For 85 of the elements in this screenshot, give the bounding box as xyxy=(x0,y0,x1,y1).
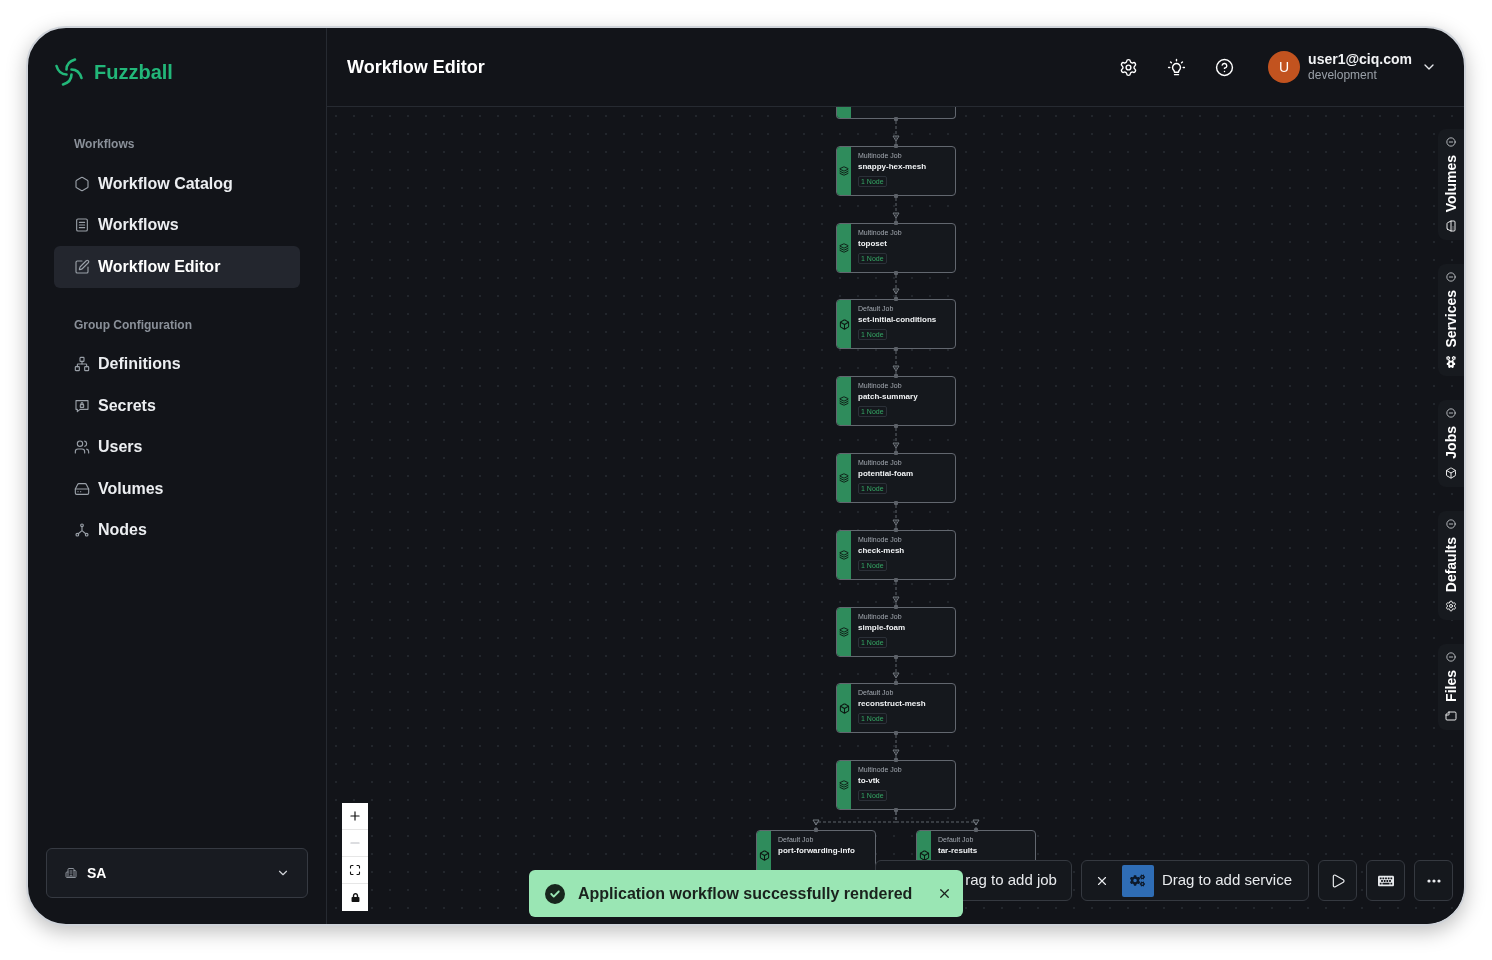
lock-icon xyxy=(350,893,360,902)
layers-icon xyxy=(839,627,849,637)
layers-icon xyxy=(839,550,849,560)
file-icon xyxy=(1445,709,1457,722)
sidebar-item[interactable]: Nodes xyxy=(54,509,300,551)
node-title: reconstruct-mesh xyxy=(858,699,926,709)
sidebar-item[interactable]: Workflow Catalog xyxy=(54,163,300,205)
node-title: check-mesh xyxy=(858,546,905,556)
more-button[interactable] xyxy=(1414,860,1453,901)
gear-icon xyxy=(1445,599,1457,612)
lightbulb-icon xyxy=(1166,57,1186,77)
side-panel-tab[interactable]: Volumes xyxy=(1438,129,1464,241)
sidebar-item[interactable]: Workflow Editor xyxy=(54,246,300,288)
sidebar-item[interactable]: Volumes xyxy=(54,468,300,510)
job-node[interactable] xyxy=(836,107,956,119)
side-panel-tab[interactable]: Jobs xyxy=(1438,399,1464,487)
side-panel-tab[interactable]: Services xyxy=(1438,264,1464,376)
plus-icon xyxy=(348,809,362,823)
node-title: simple-foam xyxy=(858,623,906,633)
minus-circle-icon xyxy=(1446,518,1456,529)
list-icon xyxy=(74,217,90,234)
fullscreen-icon xyxy=(349,864,361,876)
layers-icon xyxy=(839,166,849,176)
node-title: to-vtk xyxy=(858,776,880,786)
layers-icon xyxy=(839,396,849,406)
node-title: toposet xyxy=(858,239,887,249)
pencil-square-icon xyxy=(74,258,90,275)
swirl-logo-icon xyxy=(54,57,84,87)
cube-icon xyxy=(838,318,850,330)
user-environment: development xyxy=(1308,68,1378,83)
connector-arrow xyxy=(892,581,900,606)
connector-arrow xyxy=(892,734,900,759)
connector-arrow xyxy=(892,274,900,298)
sidebar-item[interactable]: Users xyxy=(54,426,300,468)
help-icon xyxy=(1214,57,1234,77)
network-nodes-icon xyxy=(74,522,90,539)
section-heading: Group Configuration xyxy=(73,316,193,333)
user-avatar: U xyxy=(1268,51,1301,83)
node-title: port-forwarding-info xyxy=(778,846,855,856)
sidebar-item[interactable]: Definitions xyxy=(54,343,300,385)
cube-icon xyxy=(758,849,770,861)
gears-icon xyxy=(1445,355,1457,368)
more-icon xyxy=(1426,878,1441,883)
play-button[interactable] xyxy=(1318,860,1357,901)
layers-icon xyxy=(839,473,849,483)
connector-arrow xyxy=(892,658,900,682)
sidebar-item[interactable]: Workflows xyxy=(54,204,300,246)
account-selector[interactable]: SA xyxy=(46,848,308,898)
minus-circle-icon xyxy=(1446,407,1456,418)
user-email: user1@ciq.com xyxy=(1308,51,1412,68)
node-title: snappy-hex-mesh xyxy=(858,162,927,172)
minus-circle-icon xyxy=(1446,272,1456,283)
hexagon-icon xyxy=(74,175,90,192)
connector-arrow xyxy=(892,197,900,222)
keyboard-button[interactable] xyxy=(1366,860,1405,901)
connector-arrow xyxy=(892,120,900,145)
node-title: set-initial-conditions xyxy=(858,315,937,325)
sidebar-item[interactable]: Secrets xyxy=(54,385,300,427)
sitemap-icon xyxy=(74,356,90,373)
lock-message-icon xyxy=(74,397,90,414)
node-title: tar-results xyxy=(938,846,978,856)
settings-icon xyxy=(1118,57,1138,77)
gears-icon xyxy=(1121,864,1154,897)
layers-icon xyxy=(839,243,849,253)
building-icon xyxy=(65,867,77,879)
page-title: Workflow Editor xyxy=(347,55,485,79)
add-service-button[interactable]: Drag to add service xyxy=(1080,860,1309,901)
node-title: patch-summary xyxy=(858,392,918,402)
connector-arrow xyxy=(892,350,900,375)
side-panel-tab[interactable]: Defaults xyxy=(1438,510,1464,620)
cube-icon xyxy=(1445,466,1457,479)
hard-drive-icon xyxy=(74,480,90,497)
brand-name: Fuzzball xyxy=(94,60,173,84)
users-icon xyxy=(74,439,90,456)
hard-drive-icon xyxy=(1445,220,1457,233)
side-panel-tab[interactable]: Files xyxy=(1438,643,1464,730)
layers-icon xyxy=(839,780,849,790)
minus-circle-icon xyxy=(1446,651,1456,662)
cube-icon xyxy=(838,702,850,714)
connector-arrow xyxy=(892,427,900,452)
connector-arrow xyxy=(892,504,900,529)
minus-circle-icon xyxy=(1446,137,1456,147)
section-heading: Workflows xyxy=(73,136,136,152)
cube-icon xyxy=(918,849,930,861)
node-title: potential-foam xyxy=(858,469,914,479)
